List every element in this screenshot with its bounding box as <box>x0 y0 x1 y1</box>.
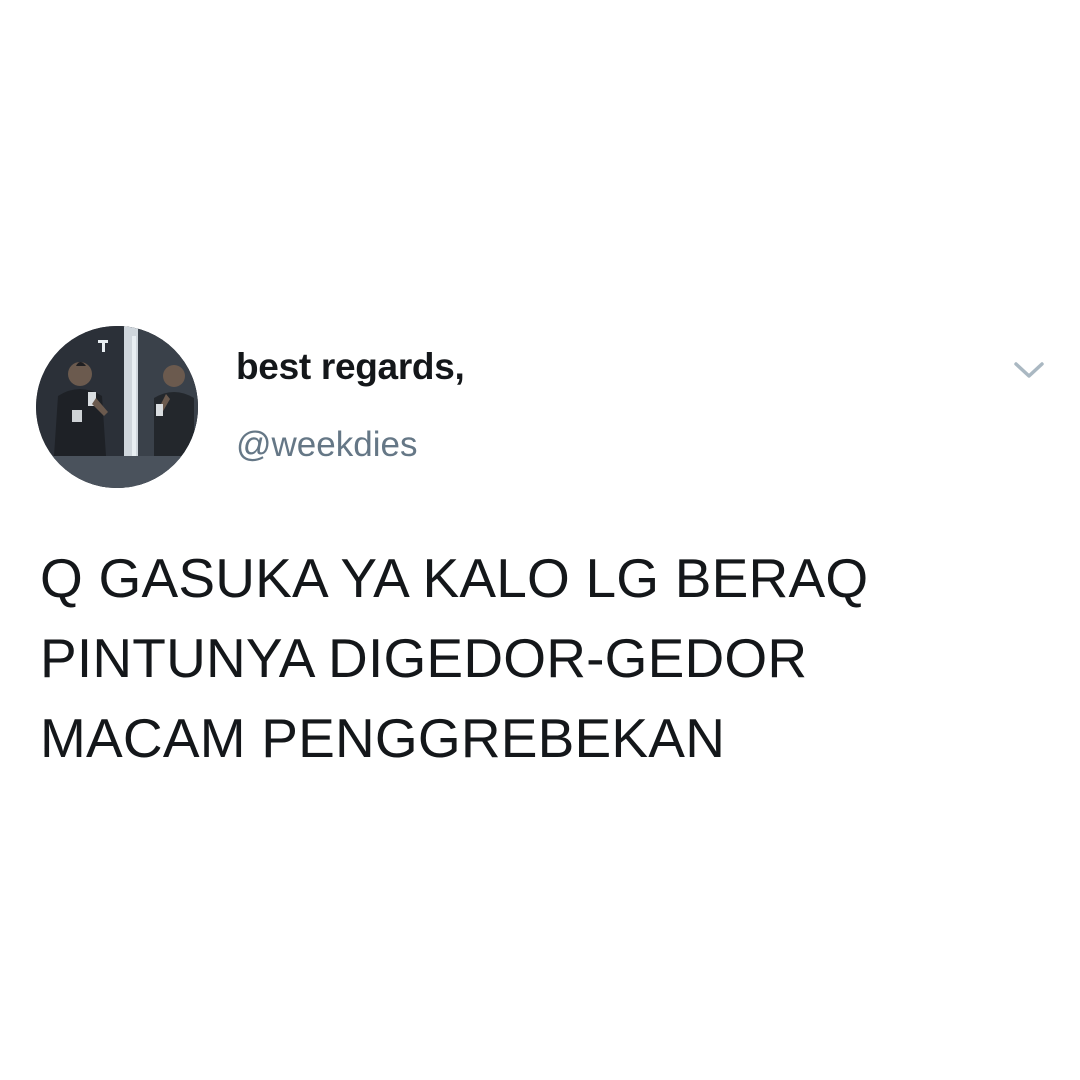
tweet-text-line: PINTUNYA DIGEDOR-GEDOR <box>40 627 808 689</box>
user-handle[interactable]: @weekdies <box>236 425 417 465</box>
tweet-card: best regards, @weekdies Q GASUKA YA KALO… <box>0 0 1080 1080</box>
avatar[interactable] <box>36 326 198 488</box>
display-name[interactable]: best regards, <box>236 346 465 388</box>
tweet-text-line: Q GASUKA YA KALO LG BERAQ <box>40 547 869 609</box>
tweet-text-line: MACAM PENGGREBEKAN <box>40 707 726 769</box>
chevron-down-icon[interactable] <box>1012 358 1046 382</box>
tweet-text: Q GASUKA YA KALO LG BERAQ PINTUNYA DIGED… <box>40 538 1040 778</box>
profile-photo <box>36 326 198 488</box>
